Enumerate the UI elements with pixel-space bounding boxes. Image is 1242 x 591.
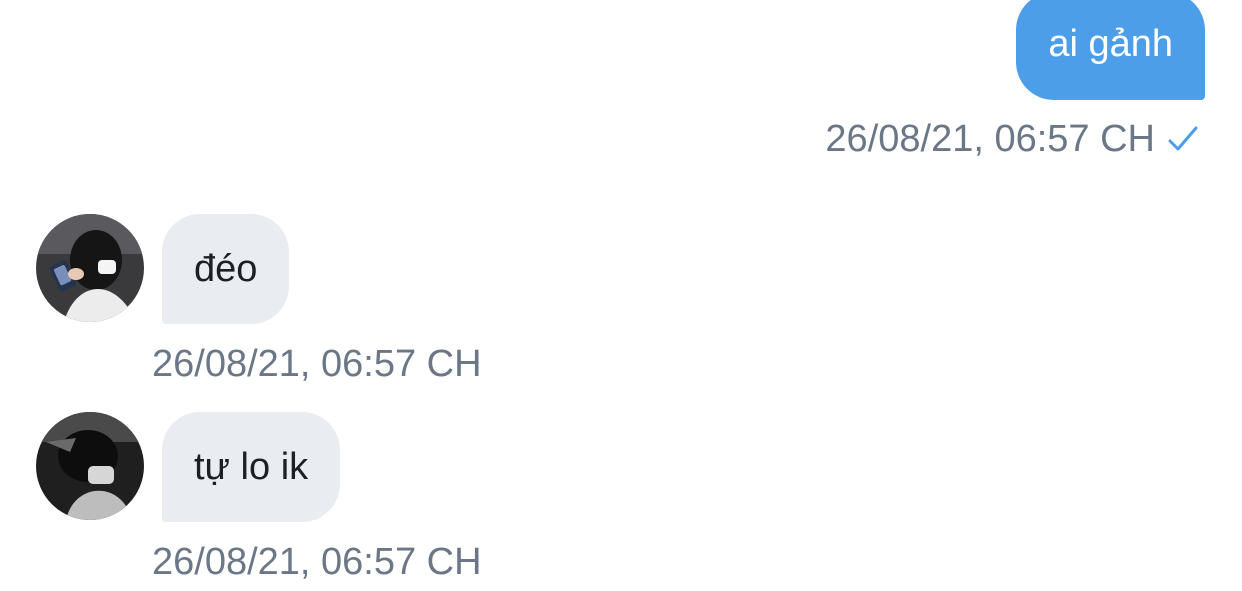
message-timestamp: 26/08/21, 06:57 CH: [152, 541, 482, 583]
avatar[interactable]: [36, 412, 144, 520]
check-icon: [1168, 126, 1198, 151]
avatar-photo: [36, 214, 144, 322]
message-timestamp: 26/08/21, 06:57 CH: [825, 118, 1155, 160]
message-timestamp: 26/08/21, 06:57 CH: [152, 343, 482, 385]
message-row: đéo: [36, 214, 482, 324]
message-bubble-outgoing[interactable]: ai gảnh: [1016, 0, 1205, 100]
message-meta: 26/08/21, 06:57 CH: [825, 120, 1199, 158]
avatar[interactable]: [36, 214, 144, 322]
avatar-photo: [36, 412, 144, 520]
message-bubble-incoming[interactable]: đéo: [162, 214, 290, 324]
message-incoming[interactable]: tự lo ik 26/08/21, 06:57 CH: [36, 412, 482, 581]
message-row: tự lo ik: [36, 412, 482, 522]
message-incoming[interactable]: đéo 26/08/21, 06:57 CH: [36, 214, 482, 383]
message-bubble-incoming[interactable]: tự lo ik: [162, 412, 341, 522]
message-outgoing[interactable]: ai gảnh 26/08/21, 06:57 CH: [825, 0, 1205, 158]
